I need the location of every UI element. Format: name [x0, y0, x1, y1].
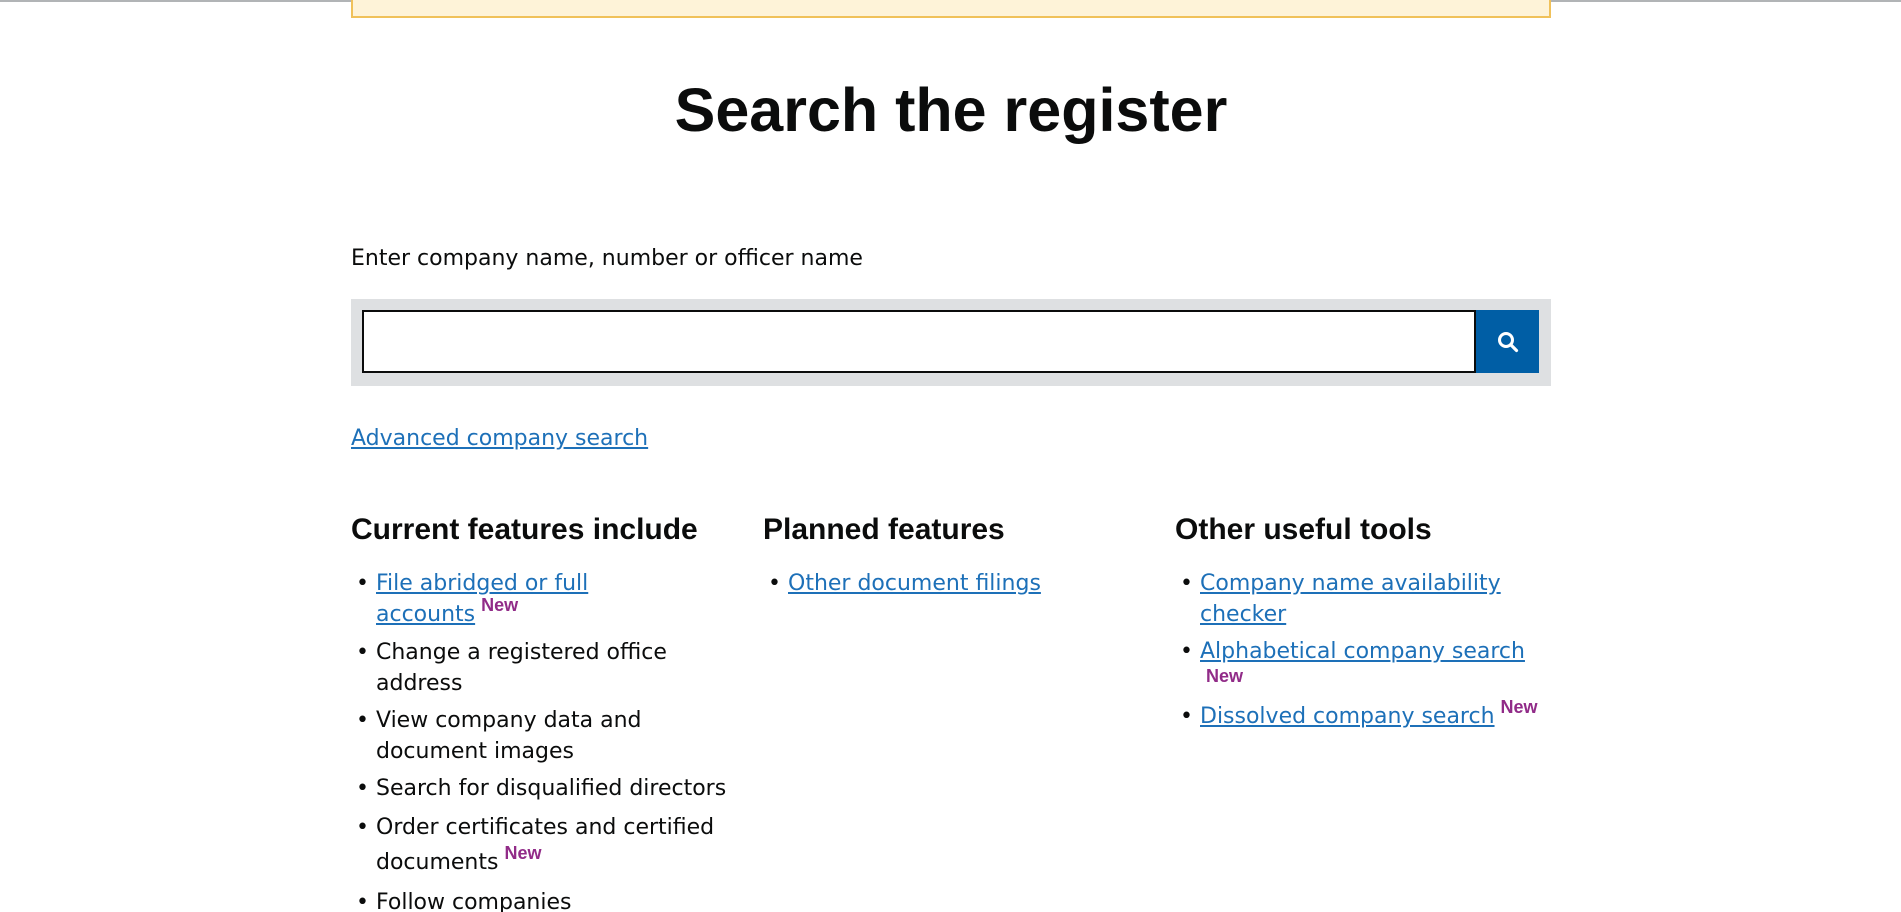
feature-text: View company data and document images: [376, 708, 642, 764]
advanced-company-search-link[interactable]: Advanced company search: [351, 424, 648, 454]
search-button[interactable]: [1476, 310, 1539, 373]
feature-text: Follow companies: [376, 890, 572, 912]
list-item: • Change a registered office address: [351, 637, 731, 699]
planned-features-list: • Other document filings: [763, 568, 1143, 599]
other-document-filings-link[interactable]: Other document filings: [788, 571, 1041, 596]
list-item: • Alphabetical company search New: [1175, 636, 1555, 689]
search-icon: [1497, 331, 1518, 352]
company-name-availability-link[interactable]: Company name availability checker: [1200, 571, 1501, 627]
planned-features-section: Planned features • Other document filing…: [763, 510, 1143, 605]
list-item: • File abridged or full accounts New: [351, 568, 731, 631]
search-label: Enter company name, number or officer na…: [351, 246, 863, 271]
bullet-icon: •: [356, 890, 369, 912]
bullet-icon: •: [1180, 704, 1193, 729]
other-tools-section: Other useful tools • Company name availa…: [1175, 510, 1555, 739]
other-tools-list: • Company name availability checker • Al…: [1175, 568, 1555, 733]
list-item: • Order certificates and certified docum…: [351, 810, 731, 881]
current-features-list: • File abridged or full accounts New • Ch…: [351, 568, 731, 912]
bullet-icon: •: [356, 776, 369, 801]
current-features-heading: Current features include: [351, 513, 698, 546]
other-tools-heading: Other useful tools: [1175, 513, 1432, 546]
list-item: • Follow companies: [351, 887, 731, 912]
planned-features-heading: Planned features: [763, 513, 1005, 546]
bullet-icon: •: [356, 571, 369, 596]
bullet-icon: •: [1180, 571, 1193, 596]
new-badge: New: [504, 843, 542, 863]
bullet-icon: •: [1180, 639, 1193, 664]
new-badge: New: [1500, 697, 1538, 717]
new-badge: New: [1206, 666, 1244, 686]
alphabetical-company-search-link[interactable]: Alphabetical company search: [1200, 639, 1525, 664]
search-bar: [351, 299, 1551, 386]
bullet-icon: •: [356, 640, 369, 665]
list-item: • Dissolved company search New: [1175, 697, 1555, 733]
bullet-icon: •: [768, 571, 781, 596]
feature-text: Search for disqualified directors: [376, 776, 727, 801]
list-item: • View company data and document images: [351, 705, 731, 767]
list-item: • Other document filings: [763, 568, 1143, 599]
list-item: • Company name availability checker: [1175, 568, 1555, 630]
list-item: • Search for disqualified directors: [351, 773, 731, 804]
bullet-icon: •: [356, 815, 369, 840]
bullet-icon: •: [356, 708, 369, 733]
notification-banner: [351, 0, 1551, 18]
feature-text: Change a registered office address: [376, 640, 667, 696]
feature-text: Order certificates and certified documen…: [376, 815, 715, 875]
dissolved-company-search-link[interactable]: Dissolved company search: [1200, 704, 1495, 729]
search-input[interactable]: [362, 310, 1476, 373]
page-title: Search the register: [674, 76, 1228, 144]
current-features-section: Current features include • File abridged…: [351, 510, 731, 912]
new-badge: New: [481, 595, 519, 615]
